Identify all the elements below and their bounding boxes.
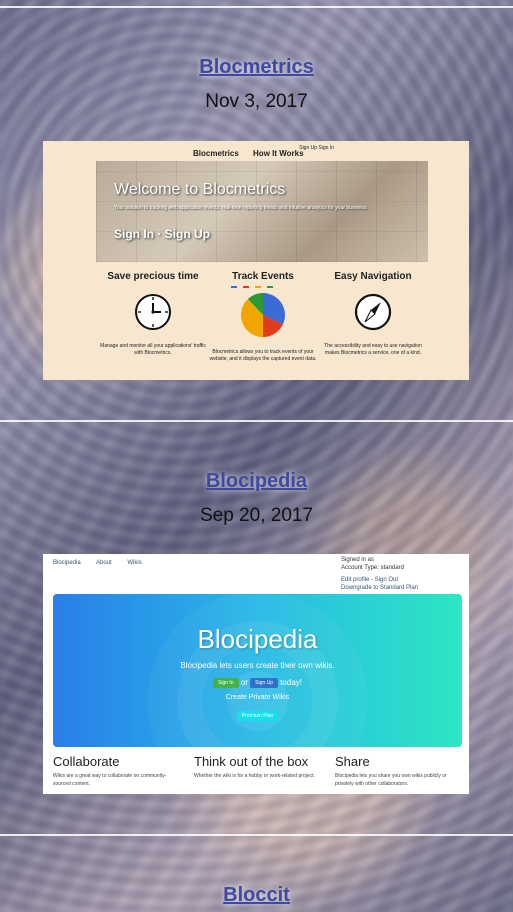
- project-card-blocmetrics: Blocmetrics Nov 3, 2017: [0, 56, 513, 113]
- legend-swatch: [243, 286, 249, 288]
- blocmetrics-nav: Blocmetrics How It Works Sign Up Sign In: [43, 145, 469, 161]
- feature-text: Whether the wiki is for a hobby or work-…: [194, 773, 315, 779]
- project-title-link[interactable]: Bloccit: [223, 884, 290, 907]
- pie-chart-icon: [231, 286, 285, 337]
- feature-text: Blocipedia lets you share you own wikis …: [335, 773, 447, 787]
- feature-heading: Track Events: [232, 271, 294, 282]
- feature-share: Share Blocipedia lets you share you own …: [335, 754, 465, 788]
- sign-in-button: Sign In: [213, 678, 239, 688]
- downgrade-link: Downgrade to Standard Plan: [341, 585, 419, 591]
- divider: [0, 834, 513, 836]
- hero-subtitle: Blocipedia lets users create their own w…: [180, 661, 335, 670]
- feature-easy-navigation: Easy Navigation The accessibility and ea…: [318, 271, 428, 357]
- compass-icon: [354, 293, 392, 331]
- clock-icon: [135, 294, 171, 330]
- project-date: Nov 3, 2017: [205, 91, 308, 112]
- or-text: or: [240, 678, 248, 688]
- project-card-bloccit: Bloccit: [0, 884, 513, 907]
- nav-blocmetrics: Blocmetrics: [193, 149, 239, 158]
- hero-subtitle: Your solution to tracking web applicatio…: [114, 205, 368, 211]
- project-title-link[interactable]: Blocipedia: [206, 470, 307, 493]
- blocmetrics-screenshot[interactable]: Blocmetrics How It Works Sign Up Sign In…: [43, 141, 469, 380]
- feature-heading: Save precious time: [107, 271, 199, 282]
- feature-heading: Share: [335, 754, 370, 769]
- legend-swatch: [255, 286, 261, 288]
- create-private-text: Create Private Wikis: [225, 694, 290, 701]
- nav-blocipedia: Blocipedia: [53, 560, 81, 566]
- account-type: Account Type: standard: [341, 565, 404, 571]
- today-text: today!: [280, 678, 302, 688]
- feature-collaborate: Collaborate Wikis are a great way to col…: [53, 754, 183, 788]
- blocipedia-screenshot[interactable]: Blocipedia About Wikis Signed in as Acco…: [43, 554, 469, 794]
- blocipedia-hero: Blocipedia Blocipedia lets users create …: [53, 594, 462, 747]
- feature-heading: Easy Navigation: [334, 271, 412, 282]
- hero-title: Welcome to Blocmetrics: [114, 181, 286, 198]
- feature-heading: Collaborate: [53, 754, 120, 769]
- nav-wikis: Wikis: [127, 560, 142, 566]
- sign-up-button: Sign Up: [250, 678, 278, 688]
- premium-plan-button: Premium Plan: [236, 710, 279, 721]
- hero-title: Blocipedia: [197, 624, 318, 654]
- feature-heading: Think out of the box: [194, 754, 309, 769]
- project-title-link[interactable]: Blocmetrics: [199, 56, 314, 79]
- blocmetrics-hero: Welcome to Blocmetrics Your solution to …: [96, 161, 428, 262]
- signed-in-label: Signed in as: [341, 557, 375, 563]
- feature-text: Blocmetrics allows you to track events o…: [209, 349, 317, 362]
- legend-swatch: [267, 286, 273, 288]
- edit-profile-link: Edit profile - Sign Out: [341, 577, 399, 583]
- divider: [0, 420, 513, 422]
- blocipedia-nav: Blocipedia About Wikis: [53, 560, 156, 566]
- nav-how-it-works: How It Works: [253, 149, 304, 158]
- feature-think-out-of-box: Think out of the box Whether the wiki is…: [194, 754, 324, 780]
- nav-about: About: [96, 560, 112, 566]
- project-card-blocipedia: Blocipedia Sep 20, 2017: [0, 470, 513, 527]
- feature-text: The accessibility and easy to use naviga…: [324, 343, 422, 356]
- feature-text: Manage and monitor all your applications…: [100, 343, 206, 356]
- feature-text: Wikis are a great way to collaborate on …: [53, 773, 167, 787]
- divider: [0, 6, 513, 8]
- feature-save-time: Save precious time Manage and monitor al…: [98, 271, 208, 357]
- hero-cta: Sign In · Sign Up: [114, 227, 210, 241]
- feature-track-events: Track Events Blocmetrics allows you to t…: [208, 271, 318, 363]
- nav-sign-up: Sign Up: [299, 145, 318, 151]
- project-date: Sep 20, 2017: [199, 505, 314, 526]
- user-panel: Signed in as Account Type: standard Edit…: [341, 556, 418, 592]
- legend-swatch: [231, 286, 237, 288]
- nav-sign-in: Sign In: [318, 145, 334, 151]
